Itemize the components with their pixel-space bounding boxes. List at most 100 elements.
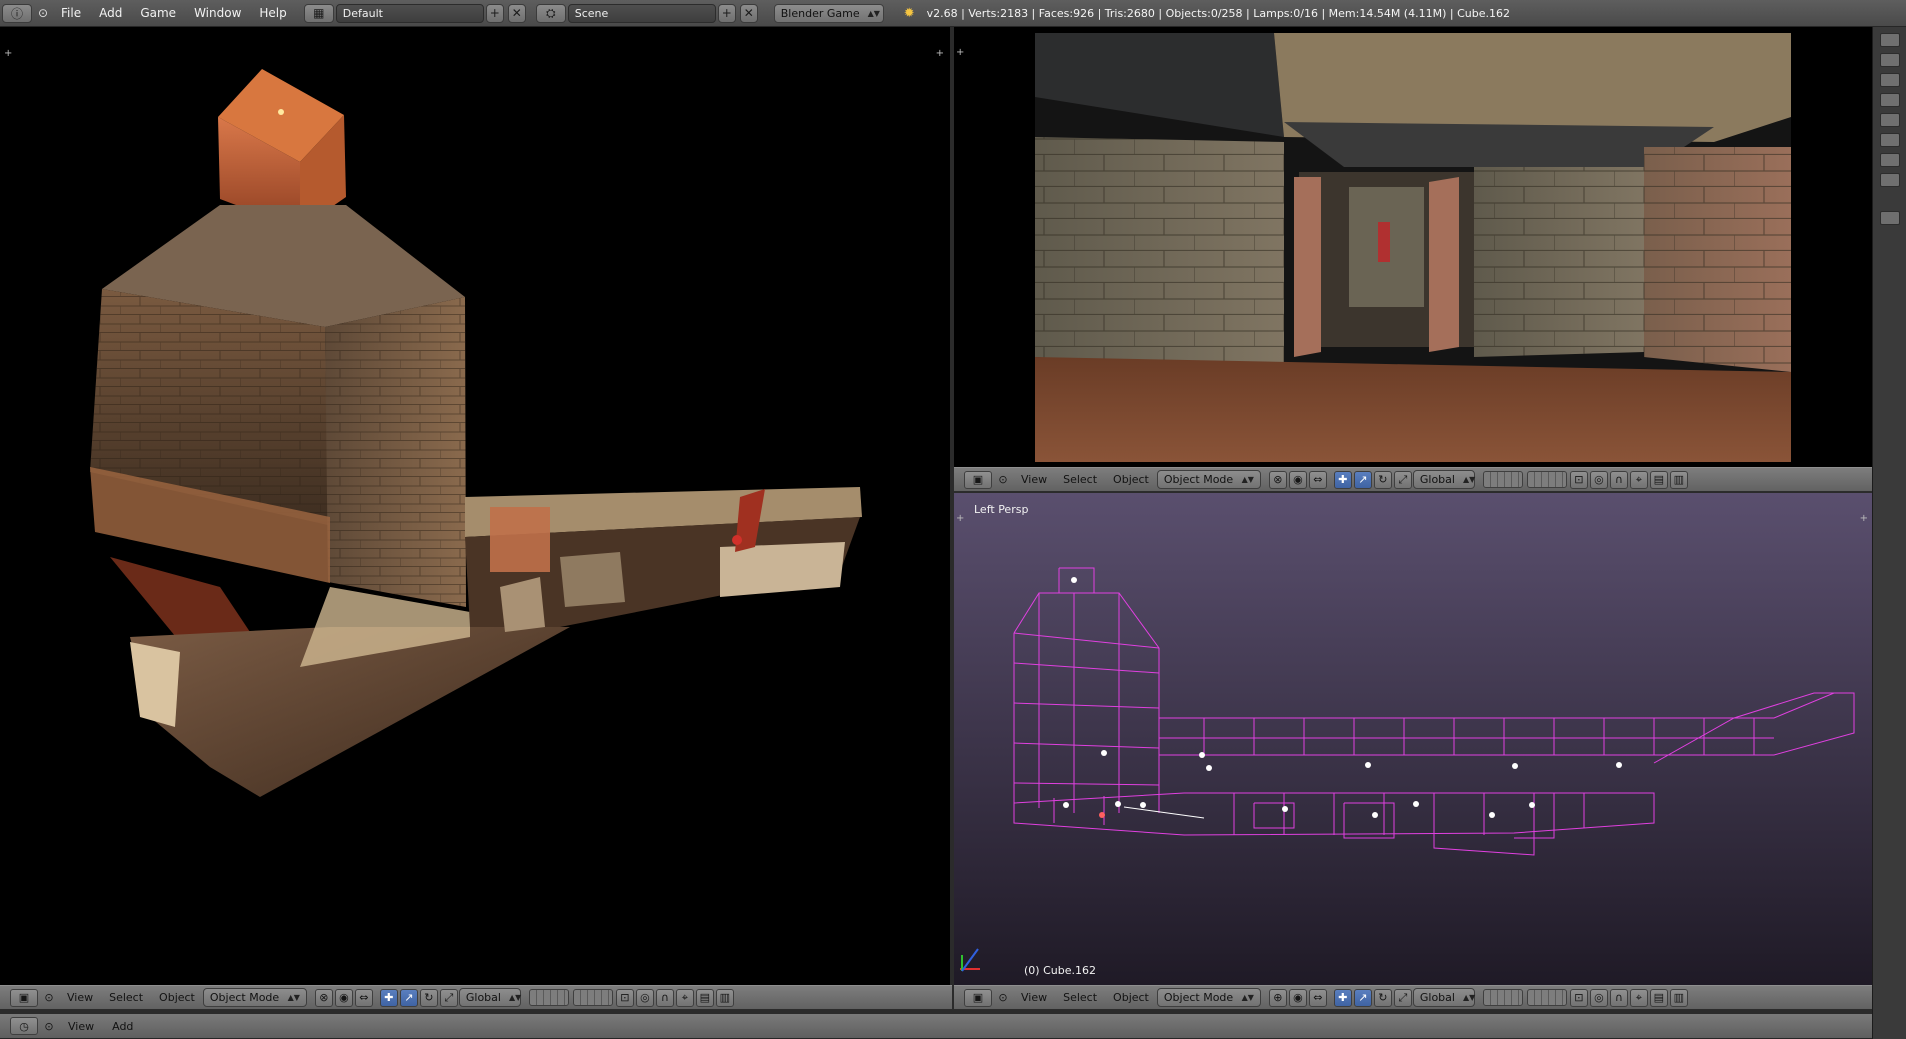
snap-target-icon[interactable]: ⌖: [1629, 470, 1648, 489]
properties-tab-icon[interactable]: [1879, 33, 1900, 47]
viewport-3d-camera[interactable]: +: [954, 27, 1872, 467]
layers-grid-2[interactable]: [1526, 989, 1567, 1006]
remove-scene-button[interactable]: ✕: [739, 3, 758, 23]
collapse-menu-icon[interactable]: ⊙: [994, 989, 1012, 1007]
mode-dropdown[interactable]: Object Mode ▲▼: [202, 988, 307, 1007]
properties-tab-icon[interactable]: [1879, 133, 1900, 147]
remove-layout-button[interactable]: ✕: [507, 3, 526, 23]
menu-view[interactable]: View: [59, 991, 101, 1004]
snap-icon[interactable]: ∩: [655, 988, 674, 1007]
rotate-icon[interactable]: ↻: [419, 988, 438, 1007]
outliner-tab-icon[interactable]: [1879, 211, 1900, 225]
add-scene-button[interactable]: +: [717, 3, 736, 23]
menu-add[interactable]: Add: [90, 6, 131, 20]
render-icon[interactable]: ▤: [1649, 988, 1668, 1007]
editor-type-timeline-icon[interactable]: ◷: [10, 1017, 38, 1035]
manipulator-toggle-icon[interactable]: ⇔: [1308, 470, 1327, 489]
transform-widget-icon[interactable]: ✚: [1333, 470, 1352, 489]
menu-game[interactable]: Game: [131, 6, 185, 20]
anim-render-icon[interactable]: ▥: [1669, 988, 1688, 1007]
viewport-shading-icon[interactable]: ⊗: [314, 988, 333, 1007]
properties-tab-icon[interactable]: [1879, 153, 1900, 167]
proportional-edit-icon[interactable]: ◎: [1589, 988, 1608, 1007]
collapse-menu-icon[interactable]: ⊙: [994, 471, 1012, 489]
menu-view[interactable]: View: [1013, 991, 1055, 1004]
screen-layout-icon[interactable]: ▦: [303, 3, 334, 23]
viewport-shading-icon[interactable]: ⊗: [1268, 470, 1287, 489]
menu-object[interactable]: Object: [1105, 991, 1157, 1004]
collapse-menu-icon[interactable]: ⊙: [40, 989, 58, 1007]
layers-grid-2[interactable]: [1526, 471, 1567, 488]
translate-icon[interactable]: ↗: [1353, 988, 1372, 1007]
layers-grid-1[interactable]: [528, 989, 569, 1006]
render-icon[interactable]: ▤: [1649, 470, 1668, 489]
properties-tab-icon[interactable]: [1879, 113, 1900, 127]
mode-label: Object Mode: [1163, 473, 1234, 486]
rotate-icon[interactable]: ↻: [1373, 470, 1392, 489]
snap-target-icon[interactable]: ⌖: [1629, 988, 1648, 1007]
render-icon[interactable]: ▤: [695, 988, 714, 1007]
properties-tab-icon[interactable]: [1879, 73, 1900, 87]
rotate-icon[interactable]: ↻: [1373, 988, 1392, 1007]
menu-file[interactable]: File: [52, 6, 90, 20]
snap-icon[interactable]: ∩: [1609, 470, 1628, 489]
scene-icon[interactable]: ⛭: [535, 3, 566, 23]
manipulator-toggle-icon[interactable]: ⇔: [354, 988, 373, 1007]
mode-dropdown[interactable]: Object Mode ▲▼: [1156, 470, 1261, 489]
menu-view[interactable]: View: [59, 1020, 103, 1033]
orientation-dropdown[interactable]: Global ▲▼: [1412, 470, 1475, 489]
viewport-3d-wireframe[interactable]: Left Persp + + (0) Cube.162: [954, 493, 1872, 985]
properties-tab-icon[interactable]: [1879, 53, 1900, 67]
editor-type-icon[interactable]: ⓘ: [2, 3, 32, 23]
anim-render-icon[interactable]: ▥: [1669, 470, 1688, 489]
render-engine-dropdown[interactable]: Blender Game ▲▼: [773, 3, 884, 23]
layers-grid-2[interactable]: [572, 989, 613, 1006]
menu-object[interactable]: Object: [151, 991, 203, 1004]
orientation-dropdown[interactable]: Global ▲▼: [1412, 988, 1475, 1007]
transform-widget-icon[interactable]: ✚: [1333, 988, 1352, 1007]
menu-add[interactable]: Add: [103, 1020, 142, 1033]
orientation-dropdown[interactable]: Global ▲▼: [458, 988, 521, 1007]
pivot-point-icon[interactable]: ◉: [1288, 988, 1307, 1007]
viewport-3d-left[interactable]: + +: [0, 27, 952, 985]
pivot-point-icon[interactable]: ◉: [334, 988, 353, 1007]
mode-dropdown[interactable]: Object Mode ▲▼: [1156, 988, 1261, 1007]
screen-layout-field[interactable]: Default: [335, 3, 484, 23]
scale-icon[interactable]: ⤢: [439, 988, 458, 1007]
scene-field[interactable]: Scene: [567, 3, 716, 23]
collapse-menu-icon[interactable]: ⊙: [36, 4, 50, 23]
menu-help[interactable]: Help: [250, 6, 295, 20]
scale-icon[interactable]: ⤢: [1393, 470, 1412, 489]
anim-render-icon[interactable]: ▥: [715, 988, 734, 1007]
properties-tab-icon[interactable]: [1879, 93, 1900, 107]
editor-type-3d-icon[interactable]: ▣: [10, 988, 38, 1007]
menu-select[interactable]: Select: [101, 991, 151, 1004]
properties-tab-icon[interactable]: [1879, 173, 1900, 187]
editor-type-3d-icon[interactable]: ▣: [964, 470, 992, 489]
transform-widget-icon[interactable]: ✚: [379, 988, 398, 1007]
proportional-edit-icon[interactable]: ◎: [1589, 470, 1608, 489]
layers-grid-1[interactable]: [1482, 989, 1523, 1006]
viewport-shading-icon[interactable]: ⊕: [1268, 988, 1287, 1007]
pivot-point-icon[interactable]: ◉: [1288, 470, 1307, 489]
menu-window[interactable]: Window: [185, 6, 250, 20]
snap-icon[interactable]: ∩: [1609, 988, 1628, 1007]
snap-target-icon[interactable]: ⌖: [675, 988, 694, 1007]
lock-camera-icon[interactable]: ⊡: [1569, 470, 1588, 489]
collapse-menu-icon[interactable]: ⊙: [40, 1017, 58, 1035]
layers-grid-1[interactable]: [1482, 471, 1523, 488]
menu-object[interactable]: Object: [1105, 473, 1157, 486]
translate-icon[interactable]: ↗: [399, 988, 418, 1007]
proportional-edit-icon[interactable]: ◎: [635, 988, 654, 1007]
lock-camera-icon[interactable]: ⊡: [1569, 988, 1588, 1007]
menu-select[interactable]: Select: [1055, 473, 1105, 486]
manipulator-toggle-icon[interactable]: ⇔: [1308, 988, 1327, 1007]
add-layout-button[interactable]: +: [485, 3, 504, 23]
menu-select[interactable]: Select: [1055, 991, 1105, 1004]
translate-icon[interactable]: ↗: [1353, 470, 1372, 489]
lock-camera-icon[interactable]: ⊡: [615, 988, 634, 1007]
menu-view[interactable]: View: [1013, 473, 1055, 486]
camera-scene-render: [1035, 33, 1791, 462]
editor-type-3d-icon[interactable]: ▣: [964, 988, 992, 1007]
scale-icon[interactable]: ⤢: [1393, 988, 1412, 1007]
